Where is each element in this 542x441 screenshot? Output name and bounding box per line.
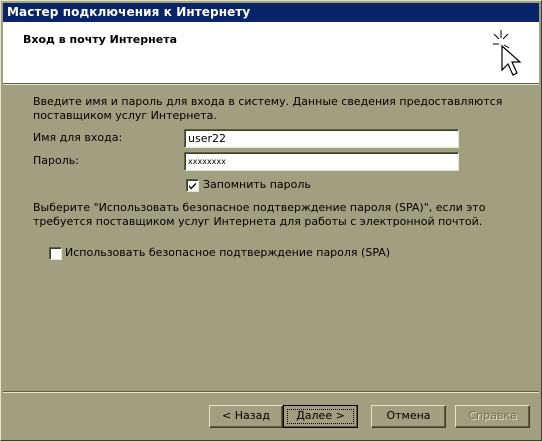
help-button[interactable]: Справка [455, 405, 530, 428]
password-input[interactable]: xxxxxxxx [184, 152, 459, 171]
intro-text-line2: поставщиком услуг Интернета. [33, 109, 217, 122]
back-button[interactable]: < Назад [209, 405, 283, 428]
header-separator [3, 83, 539, 85]
spa-description-line2: требуется поставщиком услуг Интернета дл… [33, 215, 483, 228]
wizard-cursor-icon [493, 30, 522, 76]
window-title: Мастер подключения к Интернету [7, 5, 251, 19]
help-button-label: Справка [468, 409, 517, 422]
intro-text-line1: Введите имя и пароль для входа в систему… [33, 95, 503, 108]
remember-password-label[interactable]: Запомнить пароль [203, 178, 311, 192]
remember-password-checkbox[interactable] [186, 179, 199, 192]
footer-separator [3, 391, 539, 393]
wizard-header: Вход в почту Интернета [3, 22, 539, 83]
next-button[interactable]: Далее > [283, 405, 358, 428]
page-title: Вход в почту Интернета [23, 33, 177, 46]
spa-description-line1: Выберите "Использовать безопасное подтве… [33, 201, 486, 214]
login-input[interactable]: user22 [184, 129, 459, 148]
wizard-window: Мастер подключения к Интернету Вход в по… [0, 0, 542, 441]
spa-checkbox-label[interactable]: Использовать безопасное подтверждение па… [65, 246, 390, 260]
checkmark-icon [189, 182, 196, 190]
focus-rectangle [287, 409, 354, 424]
password-label: Пароль: [33, 154, 79, 167]
spa-checkbox[interactable] [49, 247, 62, 260]
login-label: Имя для входа: [33, 131, 123, 144]
title-bar[interactable]: Мастер подключения к Интернету [3, 3, 539, 22]
cancel-button[interactable]: Отмена [371, 405, 446, 428]
